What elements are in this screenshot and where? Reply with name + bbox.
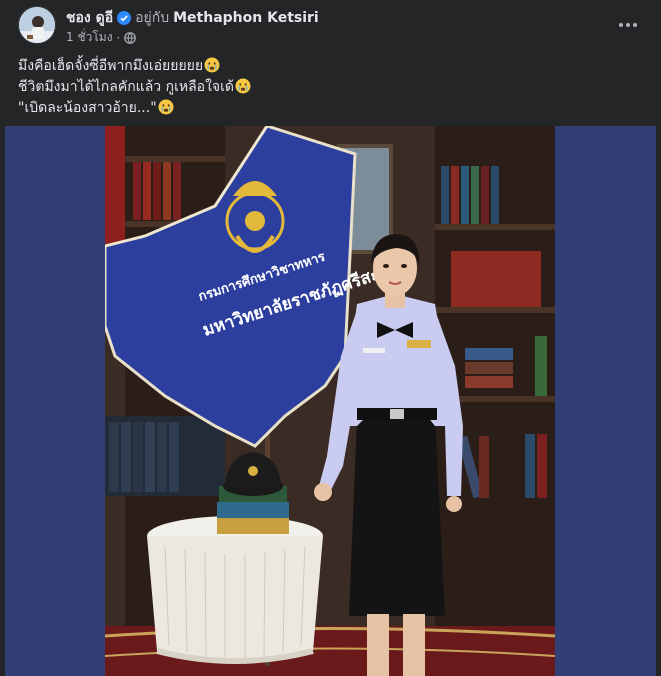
tagged-person[interactable]: Methaphon Ketsiri <box>173 10 319 26</box>
post-header: ชอง ดูอี อยู่กับ Methaphon Ketsiri 1 ชั่… <box>0 0 661 52</box>
post-time[interactable]: 1 ชั่วโมง <box>66 28 113 47</box>
crying-face-emoji <box>204 57 220 73</box>
more-dot <box>626 23 630 27</box>
more-options-icon <box>619 23 623 27</box>
globe-icon[interactable] <box>124 31 137 44</box>
facebook-post: ชอง ดูอี อยู่กับ Methaphon Ketsiri 1 ชั่… <box>0 0 661 676</box>
caption-text-3: "เบิดละน้องสาวอ้าย..." <box>18 100 157 116</box>
author-name[interactable]: ชอง ดูอี <box>66 7 113 29</box>
caption-line-3: "เบิดละน้องสาวอ้าย..." <box>18 98 638 119</box>
caption-line-1: มึงคือเฮ็ดจั้งซี่อีพากมึงเอ่ยยยยย <box>18 56 638 77</box>
author-line: ชอง ดูอี อยู่กับ Methaphon Ketsiri <box>66 7 319 29</box>
caption-text-1: มึงคือเฮ็ดจั้งซี่อีพากมึงเอ่ยยยยย <box>18 58 204 74</box>
meta-separator: · <box>116 30 121 45</box>
post-photo[interactable]: กรมการศึกษาวิชาทหาร มหาวิทยาลัยราชภัฏศรี… <box>105 126 555 676</box>
post-meta: 1 ชั่วโมง · <box>66 28 137 47</box>
post-caption: มึงคือเฮ็ดจั้งซี่อีพากมึงเอ่ยยยยย ชีวิตม… <box>18 56 638 119</box>
post-photo-frame: กรมการศึกษาวิชาทหาร มหาวิทยาลัยราชภัฏศรี… <box>5 126 656 676</box>
crying-face-emoji <box>235 78 251 94</box>
verified-badge-icon <box>117 11 132 25</box>
caption-text-2: ชีวิตมึงมาได้ไกลคักแล้ว กูเหลือใจเด้ <box>18 79 234 95</box>
more-dot <box>633 23 637 27</box>
with-label: อยู่กับ <box>135 10 170 26</box>
author-avatar[interactable] <box>18 6 56 44</box>
more-options-button[interactable] <box>613 10 643 40</box>
caption-line-2: ชีวิตมึงมาได้ไกลคักแล้ว กูเหลือใจเด้ <box>18 77 638 98</box>
crying-face-emoji <box>158 99 174 115</box>
